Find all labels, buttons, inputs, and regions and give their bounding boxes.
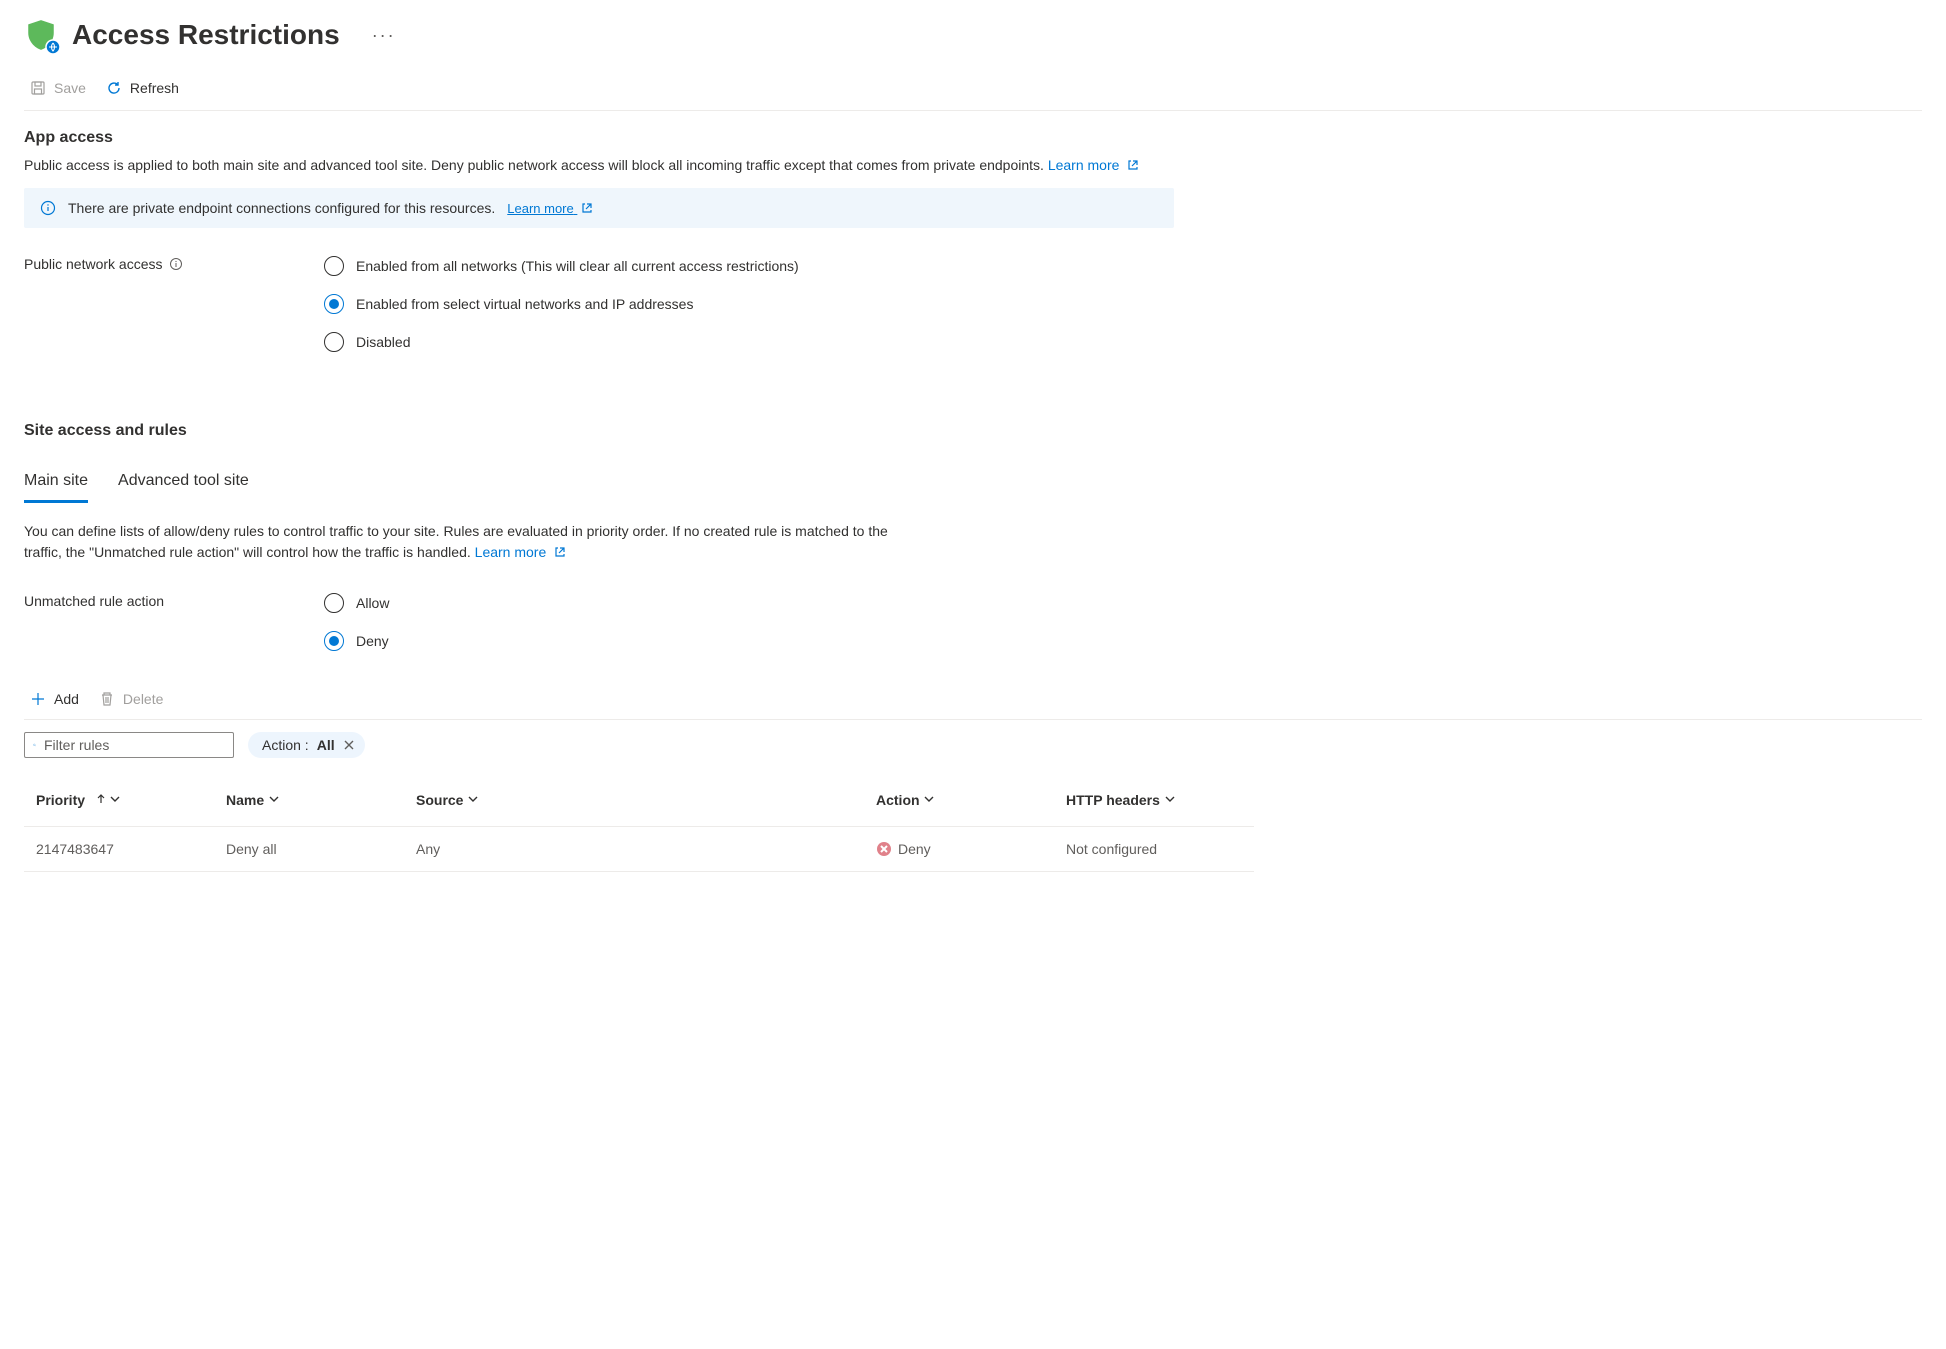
chevron-down-icon (1164, 793, 1176, 805)
add-label: Add (54, 691, 79, 707)
app-access-section: App access Public access is applied to b… (24, 111, 1922, 352)
shield-icon (24, 18, 58, 52)
radio-label: Disabled (356, 334, 410, 350)
radio-disabled[interactable]: Disabled (324, 332, 799, 352)
site-access-title: Site access and rules (24, 422, 1922, 440)
col-name[interactable]: Name (214, 774, 404, 827)
radio-unmatched-allow[interactable]: Allow (324, 593, 389, 613)
refresh-icon (106, 80, 122, 96)
rules-filter-row: Action : All (24, 720, 1922, 774)
radio-icon (324, 256, 344, 276)
radio-icon (324, 593, 344, 613)
arrow-up-icon (95, 793, 107, 805)
public-network-access-label: Public network access (24, 256, 304, 272)
chevron-down-icon (109, 793, 121, 805)
public-network-access-field: Public network access Enabled from all n… (24, 238, 1922, 352)
external-link-icon (1127, 159, 1139, 171)
site-access-learn-more-link[interactable]: Learn more (475, 544, 566, 560)
more-actions[interactable]: ··· (354, 25, 396, 46)
unmatched-rule-radios: Allow Deny (324, 593, 389, 651)
cell-http: Not configured (1054, 827, 1254, 872)
close-icon[interactable] (343, 739, 355, 751)
unmatched-rule-label: Unmatched rule action (24, 593, 304, 609)
deny-icon (876, 841, 892, 857)
refresh-button[interactable]: Refresh (106, 80, 179, 96)
unmatched-rule-action-field: Unmatched rule action Allow Deny (24, 575, 1922, 651)
pill-prefix: Action : (262, 737, 309, 753)
app-access-title: App access (24, 129, 1922, 147)
filter-rules-search[interactable] (24, 732, 234, 758)
banner-text: There are private endpoint connections c… (68, 200, 495, 216)
tab-main-site[interactable]: Main site (24, 466, 88, 503)
rules-toolbar: Add Delete (24, 679, 1922, 720)
page-header: Access Restrictions ··· (24, 10, 1922, 70)
cell-source: Any (404, 827, 864, 872)
banner-learn-more-link[interactable]: Learn more (507, 201, 593, 216)
filter-rules-input[interactable] (44, 737, 225, 753)
radio-unmatched-deny[interactable]: Deny (324, 631, 389, 651)
info-circle-icon[interactable] (169, 257, 183, 271)
col-source[interactable]: Source (404, 774, 864, 827)
save-button[interactable]: Save (30, 80, 86, 96)
public-network-access-radios: Enabled from all networks (This will cle… (324, 256, 799, 352)
cell-action: Deny (864, 827, 1054, 872)
chevron-down-icon (268, 793, 280, 805)
command-bar: Save Refresh (24, 70, 1922, 111)
delete-label: Delete (123, 691, 163, 707)
info-icon (40, 200, 56, 216)
trash-icon (99, 691, 115, 707)
save-label: Save (54, 80, 86, 96)
save-icon (30, 80, 46, 96)
app-access-learn-more-link[interactable]: Learn more (1048, 157, 1139, 173)
private-endpoint-info-banner: There are private endpoint connections c… (24, 188, 1174, 228)
page-title: Access Restrictions (72, 19, 340, 51)
radio-label: Deny (356, 633, 389, 649)
external-link-icon (554, 546, 566, 558)
col-http-headers[interactable]: HTTP headers (1054, 774, 1254, 827)
radio-enabled-all[interactable]: Enabled from all networks (This will cle… (324, 256, 799, 276)
radio-icon (324, 631, 344, 651)
plus-icon (30, 691, 46, 707)
chevron-down-icon (923, 793, 935, 805)
radio-enabled-select[interactable]: Enabled from select virtual networks and… (324, 294, 799, 314)
cell-name: Deny all (214, 827, 404, 872)
delete-rule-button[interactable]: Delete (99, 691, 163, 707)
table-row[interactable]: 2147483647 Deny all Any Deny Not configu… (24, 827, 1254, 872)
search-icon (33, 738, 36, 752)
action-filter-pill[interactable]: Action : All (248, 732, 365, 758)
rules-table: Priority Name Source (24, 774, 1254, 872)
site-access-section: Site access and rules Main site Advanced… (24, 352, 1922, 872)
site-tabs: Main site Advanced tool site (24, 466, 1922, 503)
radio-label: Allow (356, 595, 389, 611)
add-rule-button[interactable]: Add (30, 691, 79, 707)
chevron-down-icon (467, 793, 479, 805)
app-access-desc: Public access is applied to both main si… (24, 155, 1224, 176)
col-action[interactable]: Action (864, 774, 1054, 827)
radio-label: Enabled from all networks (This will cle… (356, 258, 799, 274)
col-priority[interactable]: Priority (24, 774, 214, 827)
site-access-desc: You can define lists of allow/deny rules… (24, 521, 924, 563)
pill-value: All (317, 737, 335, 753)
radio-icon (324, 332, 344, 352)
refresh-label: Refresh (130, 80, 179, 96)
radio-icon (324, 294, 344, 314)
radio-label: Enabled from select virtual networks and… (356, 296, 693, 312)
cell-priority: 2147483647 (24, 827, 214, 872)
tab-advanced-tool-site[interactable]: Advanced tool site (118, 466, 249, 503)
external-link-icon (581, 202, 593, 214)
